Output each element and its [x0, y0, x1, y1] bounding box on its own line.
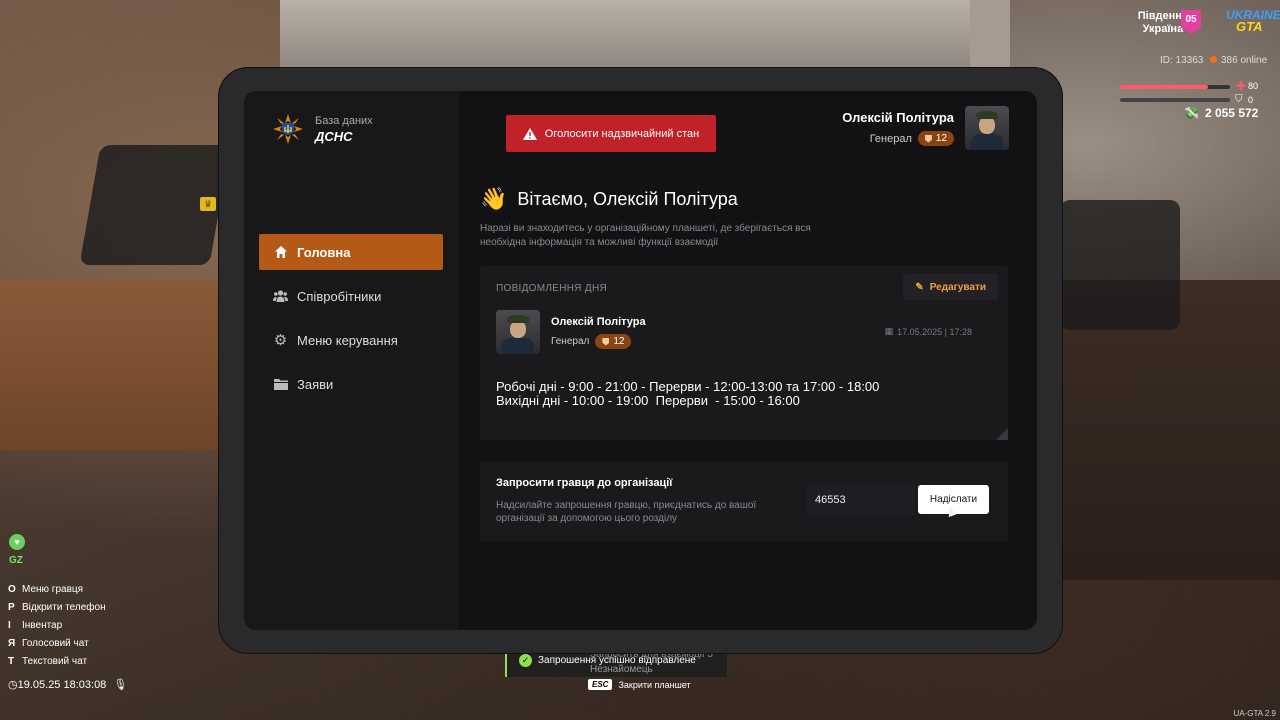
- keybind-list: O Меню гравця P Відкрити телефон I Інвентар Я Г…: [8, 580, 106, 670]
- region-name: Південна Україна: [1137, 10, 1188, 35]
- keybind-key: T: [8, 655, 15, 667]
- dsns-emblem-icon: [272, 113, 304, 145]
- logo-subtitle: База даних: [315, 114, 373, 127]
- level-badge: 12: [595, 334, 632, 349]
- player-id: ID: 13363: [1160, 55, 1204, 66]
- keybind-label: Меню гравця: [22, 583, 84, 595]
- motd-title: ПОВІДОМЛЕННЯ ДНЯ: [496, 283, 607, 294]
- keybind-row: P Відкрити телефон: [8, 598, 106, 616]
- server-logo: UKRAINE GTA: [1226, 8, 1280, 34]
- background-pillar: [970, 0, 1010, 70]
- calendar-icon: ▦: [884, 326, 894, 336]
- health-value: 80: [1248, 81, 1259, 91]
- success-notification: ✓ Запрошення успішно відправлене: [519, 654, 696, 667]
- folder-icon: [273, 377, 288, 392]
- keybind-row: I Інвентар: [8, 616, 106, 634]
- people-icon: [273, 289, 288, 304]
- keybind-key: P: [8, 601, 15, 613]
- shield-icon: [602, 337, 610, 346]
- resize-handle[interactable]: [996, 428, 1008, 440]
- shield-icon: ⛉: [1235, 94, 1243, 105]
- keybind-key: O: [8, 583, 16, 595]
- invite-panel: Запросити гравця до організації Надсилай…: [480, 461, 1008, 541]
- player-id-input[interactable]: [807, 485, 915, 515]
- keybind-label: Інвентар: [22, 619, 63, 631]
- sidebar-item-employees[interactable]: Співробітники: [259, 278, 443, 314]
- home-icon: [273, 245, 288, 260]
- author-rank-line: Генерал 12: [551, 334, 632, 349]
- cash-icon: 💸: [1184, 106, 1199, 120]
- greenzone-label: GZ: [9, 555, 23, 566]
- keybind-label: Текстовий чат: [22, 655, 88, 667]
- keybind-label: Відкрити телефон: [22, 601, 106, 613]
- avatar: [965, 106, 1009, 150]
- message-of-the-day: ПОВІДОМЛЕННЯ ДНЯ ✎ Редагувати Олексій По…: [480, 266, 1008, 440]
- sidebar-item-label: Заяви: [297, 376, 334, 392]
- keybind-label: Голосовий чат: [22, 637, 89, 649]
- org-logo: База даних ДСНС: [272, 113, 373, 145]
- background-wall: [280, 0, 980, 70]
- sidebar-item-management[interactable]: ⚙ Меню керування: [259, 322, 443, 358]
- check-icon: ✓: [519, 654, 532, 667]
- motd-date: ▦ 17.05.2025 | 17:28: [884, 326, 972, 337]
- sidebar-item-label: Співробітники: [297, 288, 382, 304]
- armor-value: 0: [1248, 95, 1254, 105]
- logo-title: ДСНС: [315, 128, 353, 144]
- money-display: 💸 2 055 572: [1184, 106, 1259, 120]
- author-avatar: [496, 310, 540, 354]
- user-profile: Олексій Політура Генерал 12: [842, 106, 1009, 150]
- keybind-row: Я Голосовий чат: [8, 634, 106, 652]
- level-badge: 12: [917, 131, 954, 146]
- keybind-key: I: [8, 619, 11, 631]
- armor-bar: [1120, 98, 1230, 102]
- user-rank: Генерал: [869, 132, 912, 145]
- esc-key: ESC: [588, 679, 613, 690]
- keybind-row: T Текстовий чат: [8, 652, 106, 670]
- crown-icon: ♛: [200, 197, 216, 211]
- background-chair-right: [1060, 200, 1180, 330]
- shield-icon: [924, 134, 932, 143]
- sidebar-nav: Головна Співробітники ⚙ Меню керування З…: [259, 234, 443, 410]
- edit-button[interactable]: ✎ Редагувати: [903, 274, 998, 300]
- warning-icon: [522, 127, 537, 140]
- author-name: Олексій Політура: [551, 316, 646, 328]
- clock: ◷19.05.25 18:03:08 🎙: [8, 679, 128, 691]
- greeting-description: Наразі ви знаходитесь у організаційному …: [480, 223, 811, 248]
- sidebar-item-label: Меню керування: [297, 332, 398, 348]
- sidebar-item-label: Головна: [297, 244, 351, 260]
- invite-title: Запросити гравця до організації: [496, 477, 673, 489]
- greenzone-icon: ♥: [9, 534, 25, 550]
- gear-icon: ⚙: [273, 332, 288, 349]
- online-count: 386 online: [1210, 55, 1267, 66]
- pencil-icon: ✎: [915, 281, 924, 293]
- sidebar-item-applications[interactable]: Заяви: [259, 366, 443, 402]
- clock-icon: ◷: [8, 679, 18, 691]
- greeting: 👋 Вітаємо, Олексій Політура: [480, 186, 738, 211]
- game-version: UA-GTA 2.9: [1233, 709, 1276, 718]
- tablet-screen: База даних ДСНС Головна Співробітники ⚙ …: [244, 91, 1037, 630]
- user-name: Олексій Політура: [842, 110, 954, 125]
- mic-icon: 🎙: [113, 679, 128, 691]
- background-desk: [0, 280, 230, 450]
- esc-hint: ESC Закрити планшет: [588, 679, 691, 690]
- main-content: Оголосити надзвичайний стан Олексій Полі…: [459, 91, 1037, 630]
- sidebar-item-home[interactable]: Головна: [259, 234, 443, 270]
- keybind-key: Я: [8, 637, 16, 649]
- wave-icon: 👋: [480, 186, 508, 211]
- sidebar: База даних ДСНС Головна Співробітники ⚙ …: [244, 91, 459, 630]
- health-icon: ✚: [1236, 79, 1247, 93]
- motd-text: Робочі дні - 9:00 - 21:00 - Перерви - 12…: [496, 379, 880, 408]
- health-bar: [1120, 85, 1208, 89]
- emergency-button[interactable]: Оголосити надзвичайний стан: [506, 115, 716, 152]
- online-dot-icon: [1210, 56, 1217, 63]
- invite-description: Надсилайте запрошення гравцю, приєднатис…: [496, 500, 757, 524]
- keybind-row: O Меню гравця: [8, 580, 106, 598]
